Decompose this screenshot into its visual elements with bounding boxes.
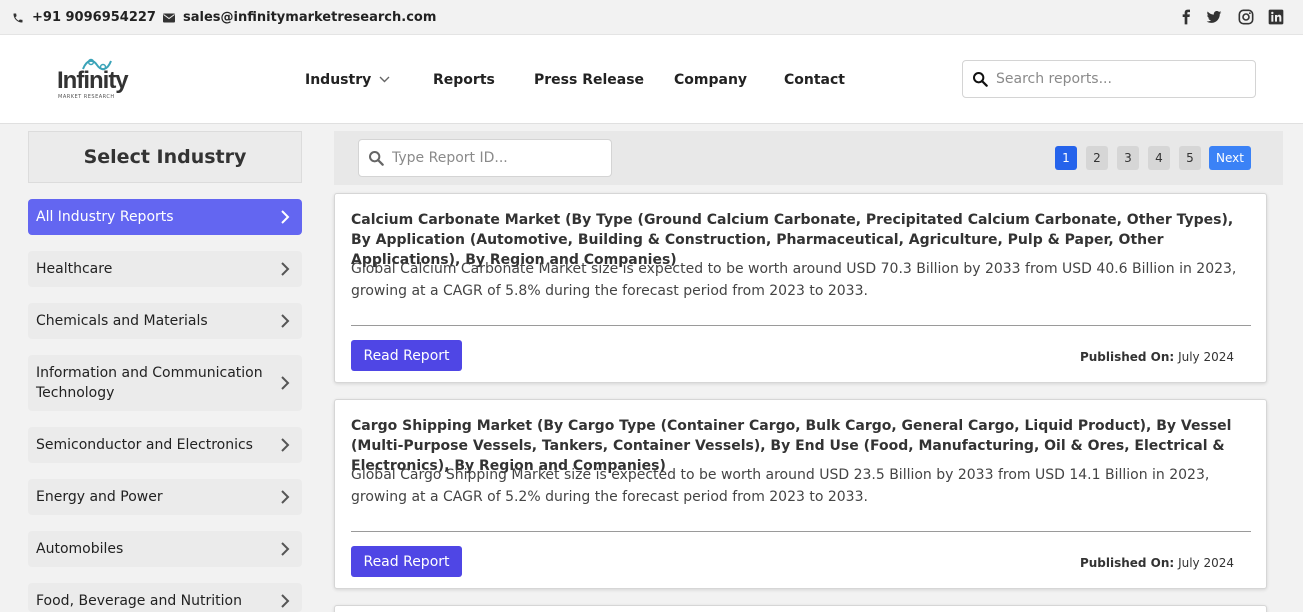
sidebar-item-label: Healthcare	[36, 261, 113, 277]
instagram-icon[interactable]	[1238, 9, 1254, 25]
search-icon[interactable]	[972, 71, 988, 87]
sidebar-item-food-beverage-nutrition[interactable]: Food, Beverage and Nutrition	[28, 583, 302, 612]
site-header: Infinity MARKET RESEARCH Industry Report…	[0, 35, 1303, 124]
report-id-search	[358, 139, 612, 177]
published-value: July 2024	[1178, 556, 1234, 570]
sidebar-item-chemicals-and-materials[interactable]: Chemicals and Materials	[28, 303, 302, 339]
site-logo[interactable]: Infinity MARKET RESEARCH	[55, 57, 135, 102]
page-2-button[interactable]: 2	[1086, 146, 1108, 170]
search-box	[962, 60, 1256, 98]
logo-subtitle: MARKET RESEARCH	[58, 94, 115, 100]
chevron-right-icon	[281, 262, 290, 276]
sidebar-item-automobiles[interactable]: Automobiles	[28, 531, 302, 567]
sidebar-item-label: All Industry Reports	[36, 209, 174, 225]
chevron-right-icon	[281, 490, 290, 504]
sidebar-item-healthcare[interactable]: Healthcare	[28, 251, 302, 287]
next-page-button[interactable]: Next	[1209, 146, 1251, 170]
sidebar-item-all-industry-reports[interactable]: All Industry Reports	[28, 199, 302, 235]
report-description: Global Calcium Carbonate Market size is …	[351, 261, 1237, 299]
linkedin-icon[interactable]	[1268, 9, 1284, 25]
phone-number: +91 9096954227	[32, 10, 156, 25]
card-divider	[351, 325, 1251, 326]
chevron-down-icon	[379, 76, 390, 83]
chevron-right-icon	[281, 314, 290, 328]
nav-press-release[interactable]: Press Release	[534, 35, 644, 124]
sidebar-item-label: Information and Communication Technology	[36, 365, 263, 401]
report-card: Calcium Carbonate Market (By Type (Groun…	[334, 193, 1267, 383]
phone-contact[interactable]: +91 9096954227	[12, 0, 156, 35]
page-5-button[interactable]: 5	[1179, 146, 1201, 170]
report-card-partial	[334, 605, 1267, 612]
sidebar-item-label: Food, Beverage and Nutrition	[36, 593, 242, 609]
logo-title: Infinity	[57, 67, 129, 94]
published-date: Published On: July 2024	[1080, 350, 1234, 364]
page-4-button[interactable]: 4	[1148, 146, 1170, 170]
chevron-right-icon	[281, 376, 290, 390]
sidebar-item-energy-and-power[interactable]: Energy and Power	[28, 479, 302, 515]
read-report-button[interactable]: Read Report	[351, 340, 462, 371]
email-address: sales@infinitymarketresearch.com	[183, 10, 437, 25]
published-value: July 2024	[1178, 350, 1234, 364]
search-icon[interactable]	[368, 150, 384, 166]
sidebar-item-ict[interactable]: Information and Communication Technology	[28, 355, 302, 411]
sidebar-item-label: Energy and Power	[36, 489, 163, 505]
page-1-button[interactable]: 1	[1055, 146, 1077, 170]
facebook-icon[interactable]	[1178, 9, 1194, 25]
chevron-right-icon	[281, 594, 290, 608]
nav-reports[interactable]: Reports	[433, 35, 495, 124]
top-contact-bar: +91 9096954227 sales@infinitymarketresea…	[0, 0, 1303, 35]
sidebar-title: Select Industry	[28, 131, 302, 183]
nav-contact[interactable]: Contact	[784, 35, 845, 124]
search-input[interactable]	[996, 71, 1236, 87]
read-report-button[interactable]: Read Report	[351, 546, 462, 577]
published-label: Published On:	[1079, 556, 1175, 570]
sidebar-item-semiconductor-and-electronics[interactable]: Semiconductor and Electronics	[28, 427, 302, 463]
card-divider	[351, 531, 1251, 532]
report-card: Cargo Shipping Market (By Cargo Type (Co…	[334, 399, 1267, 589]
report-description: Global Cargo Shipping Market size is exp…	[351, 467, 1210, 505]
envelope-icon	[163, 13, 175, 22]
published-date: Published On: July 2024	[1080, 556, 1234, 570]
sidebar-item-label: Semiconductor and Electronics	[36, 437, 253, 453]
published-label: Published On:	[1079, 350, 1175, 364]
nav-industry[interactable]: Industry	[305, 35, 390, 124]
sidebar-item-label: Automobiles	[36, 541, 124, 557]
twitter-icon[interactable]	[1206, 9, 1222, 25]
report-id-input[interactable]	[392, 150, 592, 166]
email-contact[interactable]: sales@infinitymarketresearch.com	[163, 0, 436, 35]
chevron-right-icon	[281, 542, 290, 556]
nav-company[interactable]: Company	[674, 35, 747, 124]
chevron-right-icon	[281, 438, 290, 452]
chevron-right-icon	[281, 210, 290, 224]
nav-industry-label: Industry	[305, 71, 372, 88]
page-3-button[interactable]: 3	[1117, 146, 1139, 170]
phone-icon	[13, 13, 23, 22]
sidebar-item-label: Chemicals and Materials	[36, 313, 208, 329]
